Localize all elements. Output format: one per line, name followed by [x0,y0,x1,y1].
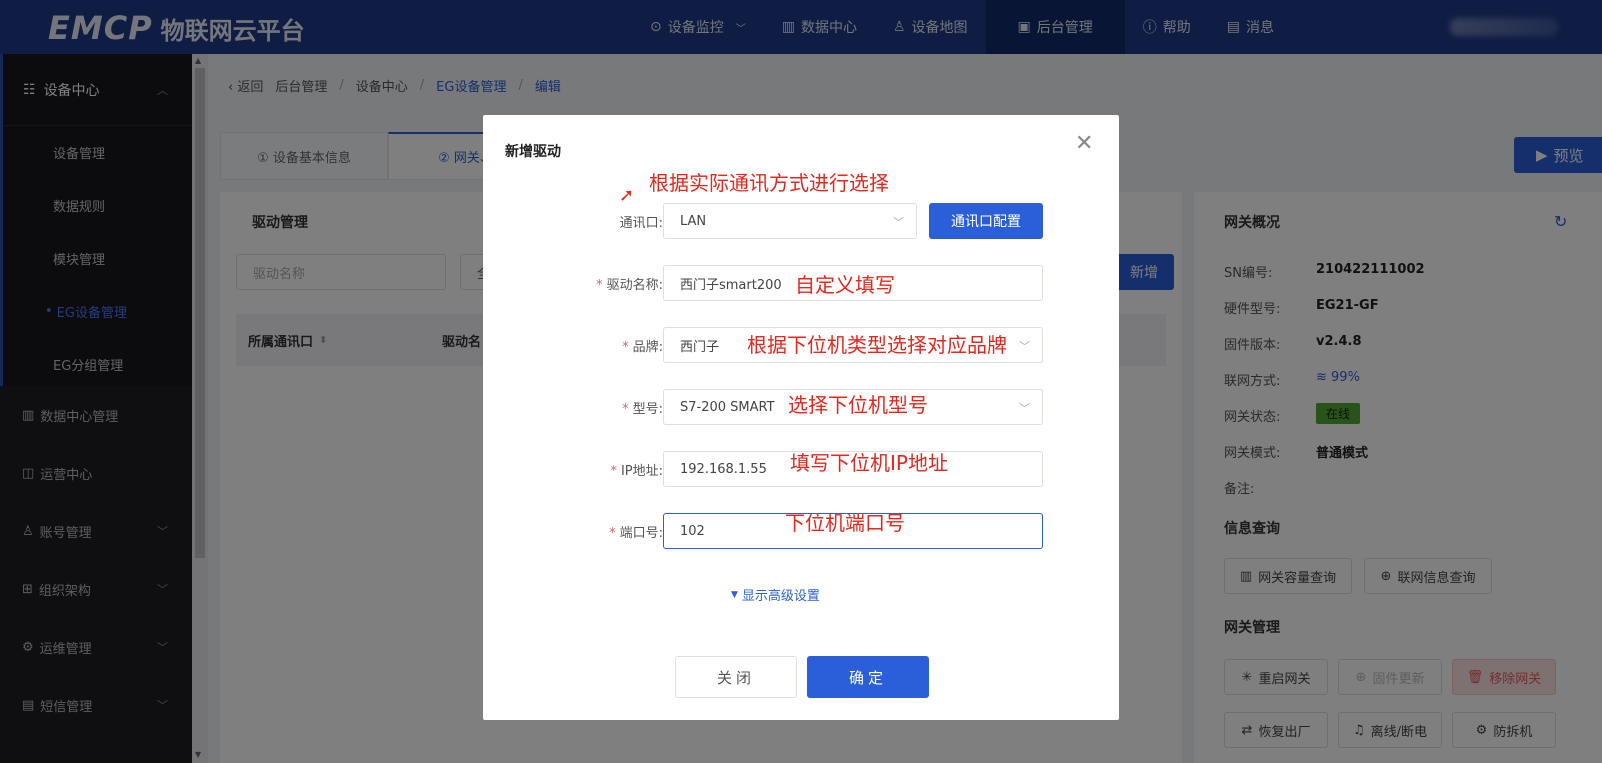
close-icon[interactable]: ✕ [1075,131,1093,156]
input-value: 192.168.1.55 [680,461,767,477]
form-label: * 型号: [622,398,663,417]
form-label: 通讯口: [620,212,663,231]
add-driver-modal: 新增驱动 ✕ 通讯口: LAN ﹀ 通讯口配置 * 驱动名称: 西门子smart2… [483,115,1119,720]
annotation-arrow-icon: ➚ [619,185,635,206]
annotation-driver-name: 自定义填写 [795,273,895,297]
annotation-port: 根据实际通讯方式进行选择 [649,171,889,195]
required-mark: * [622,402,629,417]
port-select[interactable]: LAN ﹀ [663,203,917,239]
confirm-button[interactable]: 确定 [807,656,929,698]
modal-title: 新增驱动 [505,144,561,160]
chevron-down-icon: ﹀ [1019,340,1030,353]
form-row-port: 通讯口: LAN ﹀ 通讯口配置 [483,203,1119,239]
required-mark: * [610,464,617,479]
form-label: * 品牌: [622,336,663,355]
annotation-model: 选择下位机型号 [788,393,928,417]
form-label: * 端口号: [609,522,663,541]
select-value: S7-200 SMART [680,399,775,415]
required-mark: * [596,278,603,293]
required-mark: * [609,526,616,541]
form-label: * 驱动名称: [596,274,663,293]
input-value: 西门子smart200 [680,277,782,293]
chevron-down-icon: ﹀ [1019,402,1030,415]
port-config-button[interactable]: 通讯口配置 [929,203,1043,239]
label-text: 通讯口: [619,216,663,231]
show-advanced-toggle[interactable]: ▼ 显示高级设置 [731,585,820,604]
label-text: IP地址: [620,464,663,479]
annotation-port-number: 下位机端口号 [785,511,905,535]
select-value: LAN [680,213,707,229]
annotation-ip: 填写下位机IP地址 [790,451,948,475]
chevron-down-icon: ﹀ [893,216,904,229]
required-mark: * [622,340,629,355]
label-text: 品牌: [632,340,663,355]
advanced-label: 显示高级设置 [741,589,820,604]
label-text: 驱动名称: [606,278,663,293]
annotation-brand: 根据下位机类型选择对应品牌 [747,333,1007,357]
label-text: 型号: [632,402,663,417]
form-label: * IP地址: [610,460,663,479]
select-value: 西门子 [680,339,720,355]
label-text: 端口号: [619,526,663,541]
input-value: 102 [680,523,705,539]
close-button[interactable]: 关闭 [675,656,797,698]
caret-down-icon: ▼ [731,589,738,600]
